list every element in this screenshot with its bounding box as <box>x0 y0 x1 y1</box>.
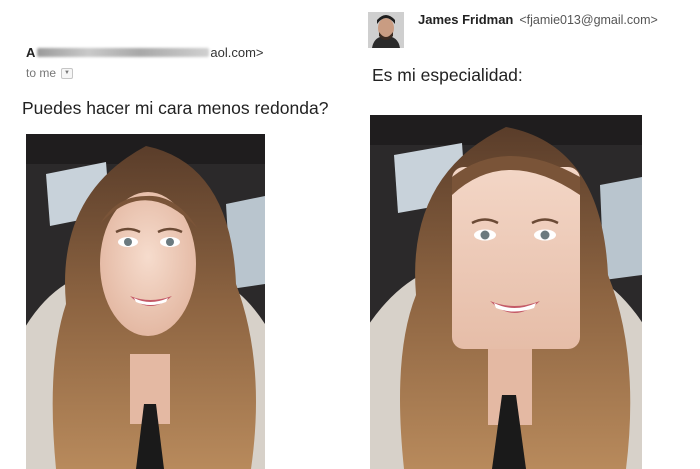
message-body-right: Es mi especialidad: <box>372 65 523 85</box>
recipient-label: to me <box>26 66 57 80</box>
edited-selfie-photo <box>370 115 642 469</box>
sender-address[interactable]: A aol.com> <box>26 45 264 60</box>
message-body-left: Puedes hacer mi cara menos redonda? <box>22 98 329 118</box>
avatar <box>368 12 404 48</box>
sender-header: James Fridman <fjamie013@gmail.com> <box>418 12 658 27</box>
sender-email: <fjamie013@gmail.com> <box>519 13 658 27</box>
recipient-line: to me ▼ <box>26 66 74 80</box>
sender-initial: A <box>26 45 36 60</box>
redacted-address-blur <box>37 48 210 57</box>
chevron-down-icon[interactable]: ▼ <box>61 67 74 79</box>
sender-domain: aol.com> <box>210 45 264 60</box>
avatar-photo <box>368 12 404 48</box>
sender-name[interactable]: James Fridman <box>418 12 513 27</box>
original-selfie-photo <box>26 134 265 469</box>
